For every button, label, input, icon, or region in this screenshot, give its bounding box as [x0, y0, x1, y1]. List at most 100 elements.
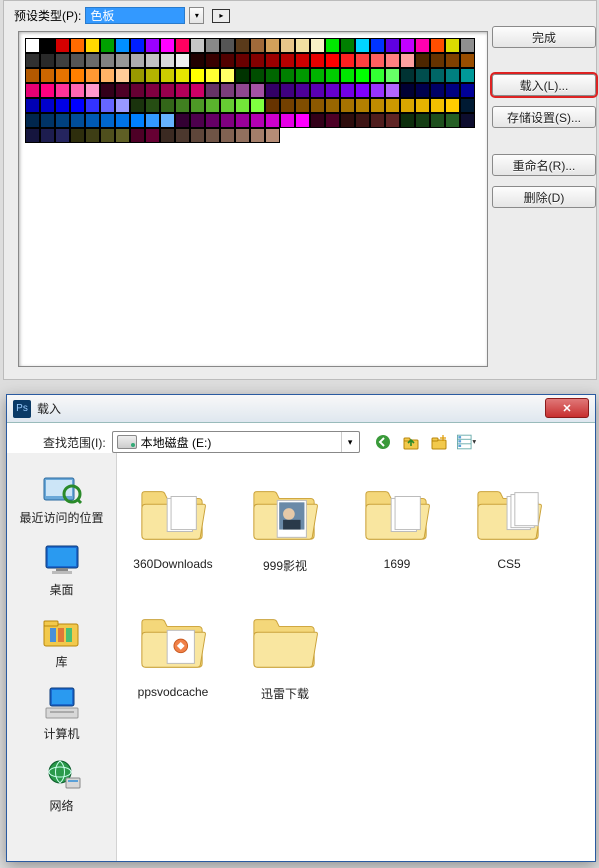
swatch[interactable] [355, 53, 370, 68]
place-libraries[interactable]: 库 [18, 609, 106, 675]
swatch[interactable] [160, 53, 175, 68]
swatch[interactable] [175, 53, 190, 68]
load-button[interactable]: 载入(L)... [492, 74, 596, 96]
swatch[interactable] [205, 113, 220, 128]
swatch[interactable] [25, 128, 40, 143]
swatch[interactable] [325, 98, 340, 113]
swatch[interactable] [235, 128, 250, 143]
swatch[interactable] [40, 128, 55, 143]
back-icon[interactable] [372, 431, 394, 453]
swatch[interactable] [220, 53, 235, 68]
swatch[interactable] [460, 98, 475, 113]
place-computer[interactable]: 计算机 [18, 681, 106, 747]
swatch[interactable] [385, 83, 400, 98]
swatch[interactable] [400, 53, 415, 68]
swatch[interactable] [310, 53, 325, 68]
swatch[interactable] [40, 38, 55, 53]
swatch[interactable] [85, 113, 100, 128]
swatch[interactable] [445, 68, 460, 83]
swatch[interactable] [460, 83, 475, 98]
swatch[interactable] [145, 53, 160, 68]
swatch[interactable] [40, 53, 55, 68]
preset-type-dropdown-button[interactable]: ▾ [189, 7, 204, 24]
swatch[interactable] [250, 53, 265, 68]
swatch[interactable] [460, 53, 475, 68]
swatch[interactable] [115, 98, 130, 113]
swatch[interactable] [100, 98, 115, 113]
swatch[interactable] [70, 98, 85, 113]
swatch[interactable] [70, 128, 85, 143]
rename-button[interactable]: 重命名(R)... [492, 154, 596, 176]
swatch[interactable] [250, 128, 265, 143]
swatch[interactable] [445, 83, 460, 98]
swatch[interactable] [175, 83, 190, 98]
swatch[interactable] [295, 83, 310, 98]
swatch[interactable] [115, 53, 130, 68]
swatch[interactable] [295, 53, 310, 68]
swatch[interactable] [70, 83, 85, 98]
swatch[interactable] [235, 38, 250, 53]
swatch[interactable] [130, 68, 145, 83]
swatch[interactable] [145, 83, 160, 98]
file-item[interactable]: CS5 [459, 471, 559, 591]
swatch[interactable] [280, 98, 295, 113]
view-menu-icon[interactable] [456, 431, 478, 453]
swatch[interactable] [400, 98, 415, 113]
swatch[interactable] [55, 128, 70, 143]
swatch[interactable] [235, 83, 250, 98]
swatch-listbox[interactable] [18, 31, 488, 367]
swatch[interactable] [190, 113, 205, 128]
lookin-combo[interactable]: 本地磁盘 (E:) ▾ [112, 431, 360, 453]
swatch[interactable] [55, 38, 70, 53]
swatch[interactable] [430, 53, 445, 68]
swatch[interactable] [130, 83, 145, 98]
swatch[interactable] [205, 98, 220, 113]
swatch[interactable] [85, 38, 100, 53]
swatch[interactable] [370, 68, 385, 83]
swatch[interactable] [115, 83, 130, 98]
swatch[interactable] [235, 113, 250, 128]
swatch[interactable] [295, 113, 310, 128]
file-item[interactable]: 迅雷下载 [235, 599, 335, 719]
combo-dropdown-button[interactable]: ▾ [341, 432, 359, 452]
place-recent[interactable]: 最近访问的位置 [18, 465, 106, 531]
swatch[interactable] [340, 98, 355, 113]
swatch[interactable] [280, 68, 295, 83]
swatch[interactable] [235, 68, 250, 83]
swatch[interactable] [385, 113, 400, 128]
swatch[interactable] [100, 38, 115, 53]
swatch[interactable] [250, 98, 265, 113]
swatch[interactable] [265, 68, 280, 83]
swatch[interactable] [25, 38, 40, 53]
swatch[interactable] [340, 38, 355, 53]
swatch[interactable] [145, 113, 160, 128]
swatch[interactable] [115, 68, 130, 83]
swatch[interactable] [190, 53, 205, 68]
swatch[interactable] [130, 98, 145, 113]
swatch[interactable] [415, 113, 430, 128]
swatch[interactable] [415, 53, 430, 68]
place-network[interactable]: 网络 [18, 753, 106, 819]
place-desktop[interactable]: 桌面 [18, 537, 106, 603]
swatch[interactable] [190, 98, 205, 113]
swatch[interactable] [355, 38, 370, 53]
swatch[interactable] [445, 53, 460, 68]
swatch[interactable] [190, 38, 205, 53]
swatch[interactable] [175, 128, 190, 143]
swatch[interactable] [310, 83, 325, 98]
swatch[interactable] [100, 113, 115, 128]
swatch[interactable] [205, 53, 220, 68]
swatch[interactable] [85, 83, 100, 98]
swatch[interactable] [100, 128, 115, 143]
swatch[interactable] [445, 38, 460, 53]
swatch[interactable] [385, 68, 400, 83]
swatch[interactable] [310, 38, 325, 53]
swatch[interactable] [385, 53, 400, 68]
swatch[interactable] [55, 98, 70, 113]
swatch[interactable] [25, 113, 40, 128]
swatch[interactable] [385, 38, 400, 53]
swatch[interactable] [160, 38, 175, 53]
swatch[interactable] [310, 98, 325, 113]
swatch[interactable] [160, 128, 175, 143]
swatch[interactable] [400, 68, 415, 83]
